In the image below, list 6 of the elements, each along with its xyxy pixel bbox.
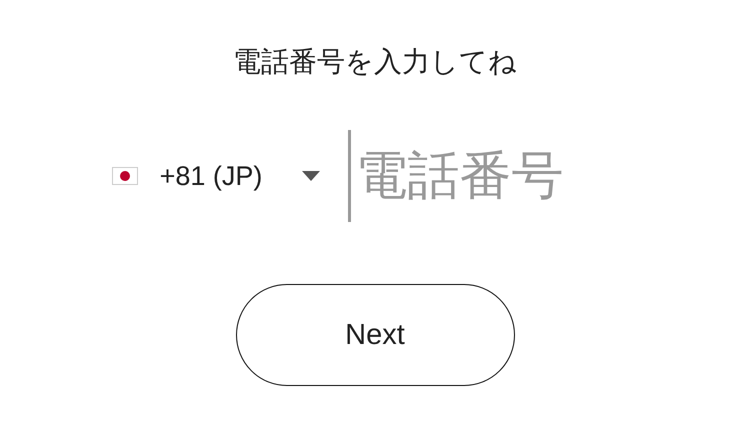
caret-icon [302, 171, 320, 181]
country-code-dropdown[interactable]: +81 (JP) [112, 160, 320, 192]
next-button[interactable]: Next [236, 284, 514, 386]
phone-input-field[interactable]: 電話番号 [348, 130, 598, 222]
page-title: 電話番号を入力してね [233, 44, 517, 80]
flag-icon [112, 167, 138, 185]
